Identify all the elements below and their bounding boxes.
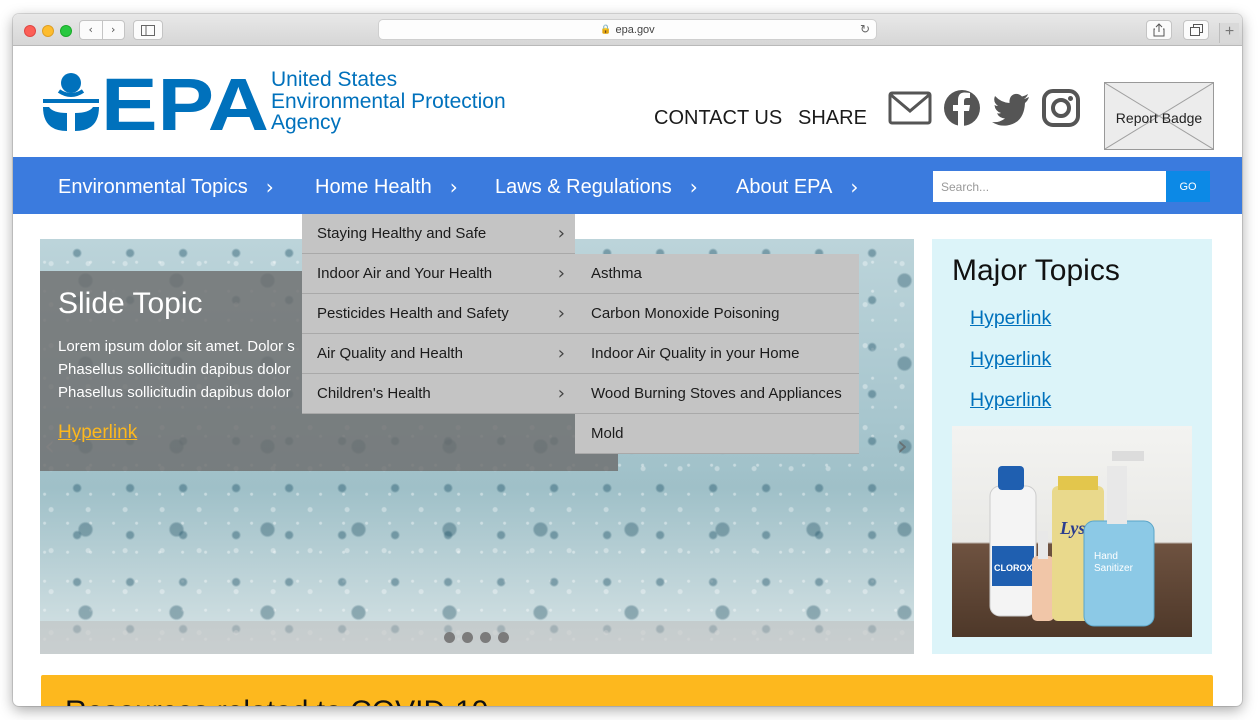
search-go-button[interactable]: GO — [1166, 171, 1210, 202]
nav-label: Laws & Regulations — [495, 175, 672, 198]
nav-label: Home Health — [315, 175, 432, 198]
photo-brand-1: CLOROX — [994, 563, 1033, 573]
agency-line-1: United States — [271, 68, 398, 91]
chevron-right-icon: › — [557, 303, 565, 324]
carousel-dot[interactable] — [462, 632, 473, 643]
close-window-button[interactable] — [24, 25, 36, 37]
nav-label: Environmental Topics — [58, 175, 248, 198]
main-navbar: Environmental Topics › Home Health › Law… — [13, 157, 1242, 214]
address-text: epa.gov — [615, 23, 655, 36]
menu-item-label: Indoor Air and Your Health — [317, 265, 493, 282]
agency-name: United States Environmental Protection A… — [271, 69, 506, 134]
contact-us-link[interactable]: CONTACT US — [654, 107, 782, 130]
major-topic-link[interactable]: Hyperlink — [970, 348, 1051, 371]
search-input[interactable] — [933, 171, 1166, 202]
covid-banner-text: Resources related to COVID-19 — [65, 695, 489, 706]
instagram-icon[interactable] — [1041, 88, 1085, 128]
report-badge[interactable]: Report Badge — [1104, 82, 1214, 150]
submenu-item-carbon-monoxide[interactable]: Carbon Monoxide Poisoning — [575, 294, 859, 334]
sidebar-toggle-button[interactable] — [133, 20, 163, 40]
major-topic-link[interactable]: Hyperlink — [970, 389, 1051, 412]
agency-line-3: Agency — [271, 111, 342, 134]
epa-letters: EPA — [101, 69, 269, 135]
chevron-right-icon: › — [449, 175, 458, 199]
epa-logo-mark: EPA — [43, 69, 269, 135]
nav-laws-regulations[interactable]: Laws & Regulations › — [495, 175, 698, 199]
site-header: EPA United States Environmental Protecti… — [13, 47, 1242, 157]
maximize-window-button[interactable] — [60, 25, 72, 37]
address-bar[interactable]: 🔒 epa.gov ↻ — [378, 19, 877, 40]
badge-label: Report Badge — [1115, 110, 1203, 126]
menu-item-childrens-health[interactable]: Children's Health › — [302, 374, 575, 414]
submenu-item-asthma[interactable]: Asthma — [575, 254, 859, 294]
agency-line-2: Environmental Protection — [271, 89, 506, 113]
menu-item-staying-healthy[interactable]: Staying Healthy and Safe › — [302, 214, 575, 254]
lock-icon: 🔒 — [600, 24, 612, 34]
twitter-icon[interactable] — [991, 88, 1035, 128]
menu-item-label: Pesticides Health and Safety — [317, 305, 509, 322]
browser-titlebar: ‹ › 🔒 epa.gov ↻ + — [13, 14, 1242, 46]
menu-item-label: Staying Healthy and Safe — [317, 225, 487, 242]
carousel-indicator-bar — [40, 621, 914, 654]
back-icon[interactable]: ‹ — [80, 21, 102, 39]
submenu-item-indoor-air-quality[interactable]: Indoor Air Quality in your Home — [575, 334, 859, 374]
epa-logo[interactable]: EPA United States Environmental Protecti… — [41, 69, 511, 135]
major-topics-panel: Major Topics Hyperlink Hyperlink Hyperli… — [932, 239, 1212, 654]
chevron-right-icon: › — [557, 343, 565, 364]
carousel-prev-icon[interactable]: ‹ — [44, 429, 55, 462]
minimize-window-button[interactable] — [42, 25, 54, 37]
submenu-item-mold[interactable]: Mold — [575, 414, 859, 454]
menu-item-label: Children's Health — [317, 385, 431, 402]
reload-icon[interactable]: ↻ — [860, 22, 870, 36]
home-health-dropdown: Staying Healthy and Safe › Indoor Air an… — [302, 214, 575, 414]
chevron-right-icon: › — [557, 383, 565, 404]
major-topics-title: Major Topics — [952, 254, 1120, 287]
carousel-next-icon[interactable]: › — [897, 429, 908, 462]
forward-icon[interactable]: › — [101, 21, 125, 39]
chevron-right-icon: › — [557, 263, 565, 284]
carousel-dot[interactable] — [444, 632, 455, 643]
photo-label-1: Hand — [1094, 551, 1118, 562]
submenu-item-wood-stoves[interactable]: Wood Burning Stoves and Appliances — [575, 374, 859, 414]
indoor-air-submenu: Asthma Carbon Monoxide Poisoning Indoor … — [575, 254, 859, 454]
nav-label: About EPA — [736, 175, 833, 198]
share-button[interactable] — [1146, 20, 1172, 40]
carousel-dot[interactable] — [498, 632, 509, 643]
history-nav: ‹ › — [79, 20, 125, 40]
chevron-right-icon: › — [265, 175, 274, 199]
nav-environmental-topics[interactable]: Environmental Topics › — [58, 175, 274, 199]
menu-item-indoor-air[interactable]: Indoor Air and Your Health › — [302, 254, 575, 294]
menu-item-air-quality[interactable]: Air Quality and Health › — [302, 334, 575, 374]
tabs-icon — [1189, 24, 1203, 36]
carousel-dot[interactable] — [480, 632, 491, 643]
nav-about-epa[interactable]: About EPA › — [736, 175, 858, 199]
major-topic-link[interactable]: Hyperlink — [970, 307, 1051, 330]
browser-window: ‹ › 🔒 epa.gov ↻ + EPA United States Envi… — [13, 14, 1242, 706]
chevron-right-icon: › — [689, 175, 698, 199]
photo-label-2: Sanitizer — [1094, 563, 1134, 574]
envelope-icon[interactable] — [888, 88, 932, 128]
sidebar-icon — [141, 24, 155, 36]
chevron-right-icon: › — [850, 175, 859, 199]
chevron-right-icon: › — [557, 223, 565, 244]
slide-link[interactable]: Hyperlink — [58, 422, 137, 444]
menu-item-pesticides[interactable]: Pesticides Health and Safety › — [302, 294, 575, 334]
cleaning-products-photo: CLOROX Lysol Hand Sanitizer — [952, 426, 1192, 637]
menu-item-label: Air Quality and Health — [317, 345, 463, 362]
share-label: SHARE — [798, 107, 867, 129]
new-tab-button[interactable]: + — [1219, 23, 1239, 43]
facebook-icon[interactable] — [942, 88, 986, 128]
nav-home-health[interactable]: Home Health › — [315, 175, 458, 199]
share-icon — [1153, 23, 1165, 37]
tabs-button[interactable] — [1183, 20, 1209, 40]
covid-banner[interactable]: Resources related to COVID-19 — [41, 675, 1213, 706]
